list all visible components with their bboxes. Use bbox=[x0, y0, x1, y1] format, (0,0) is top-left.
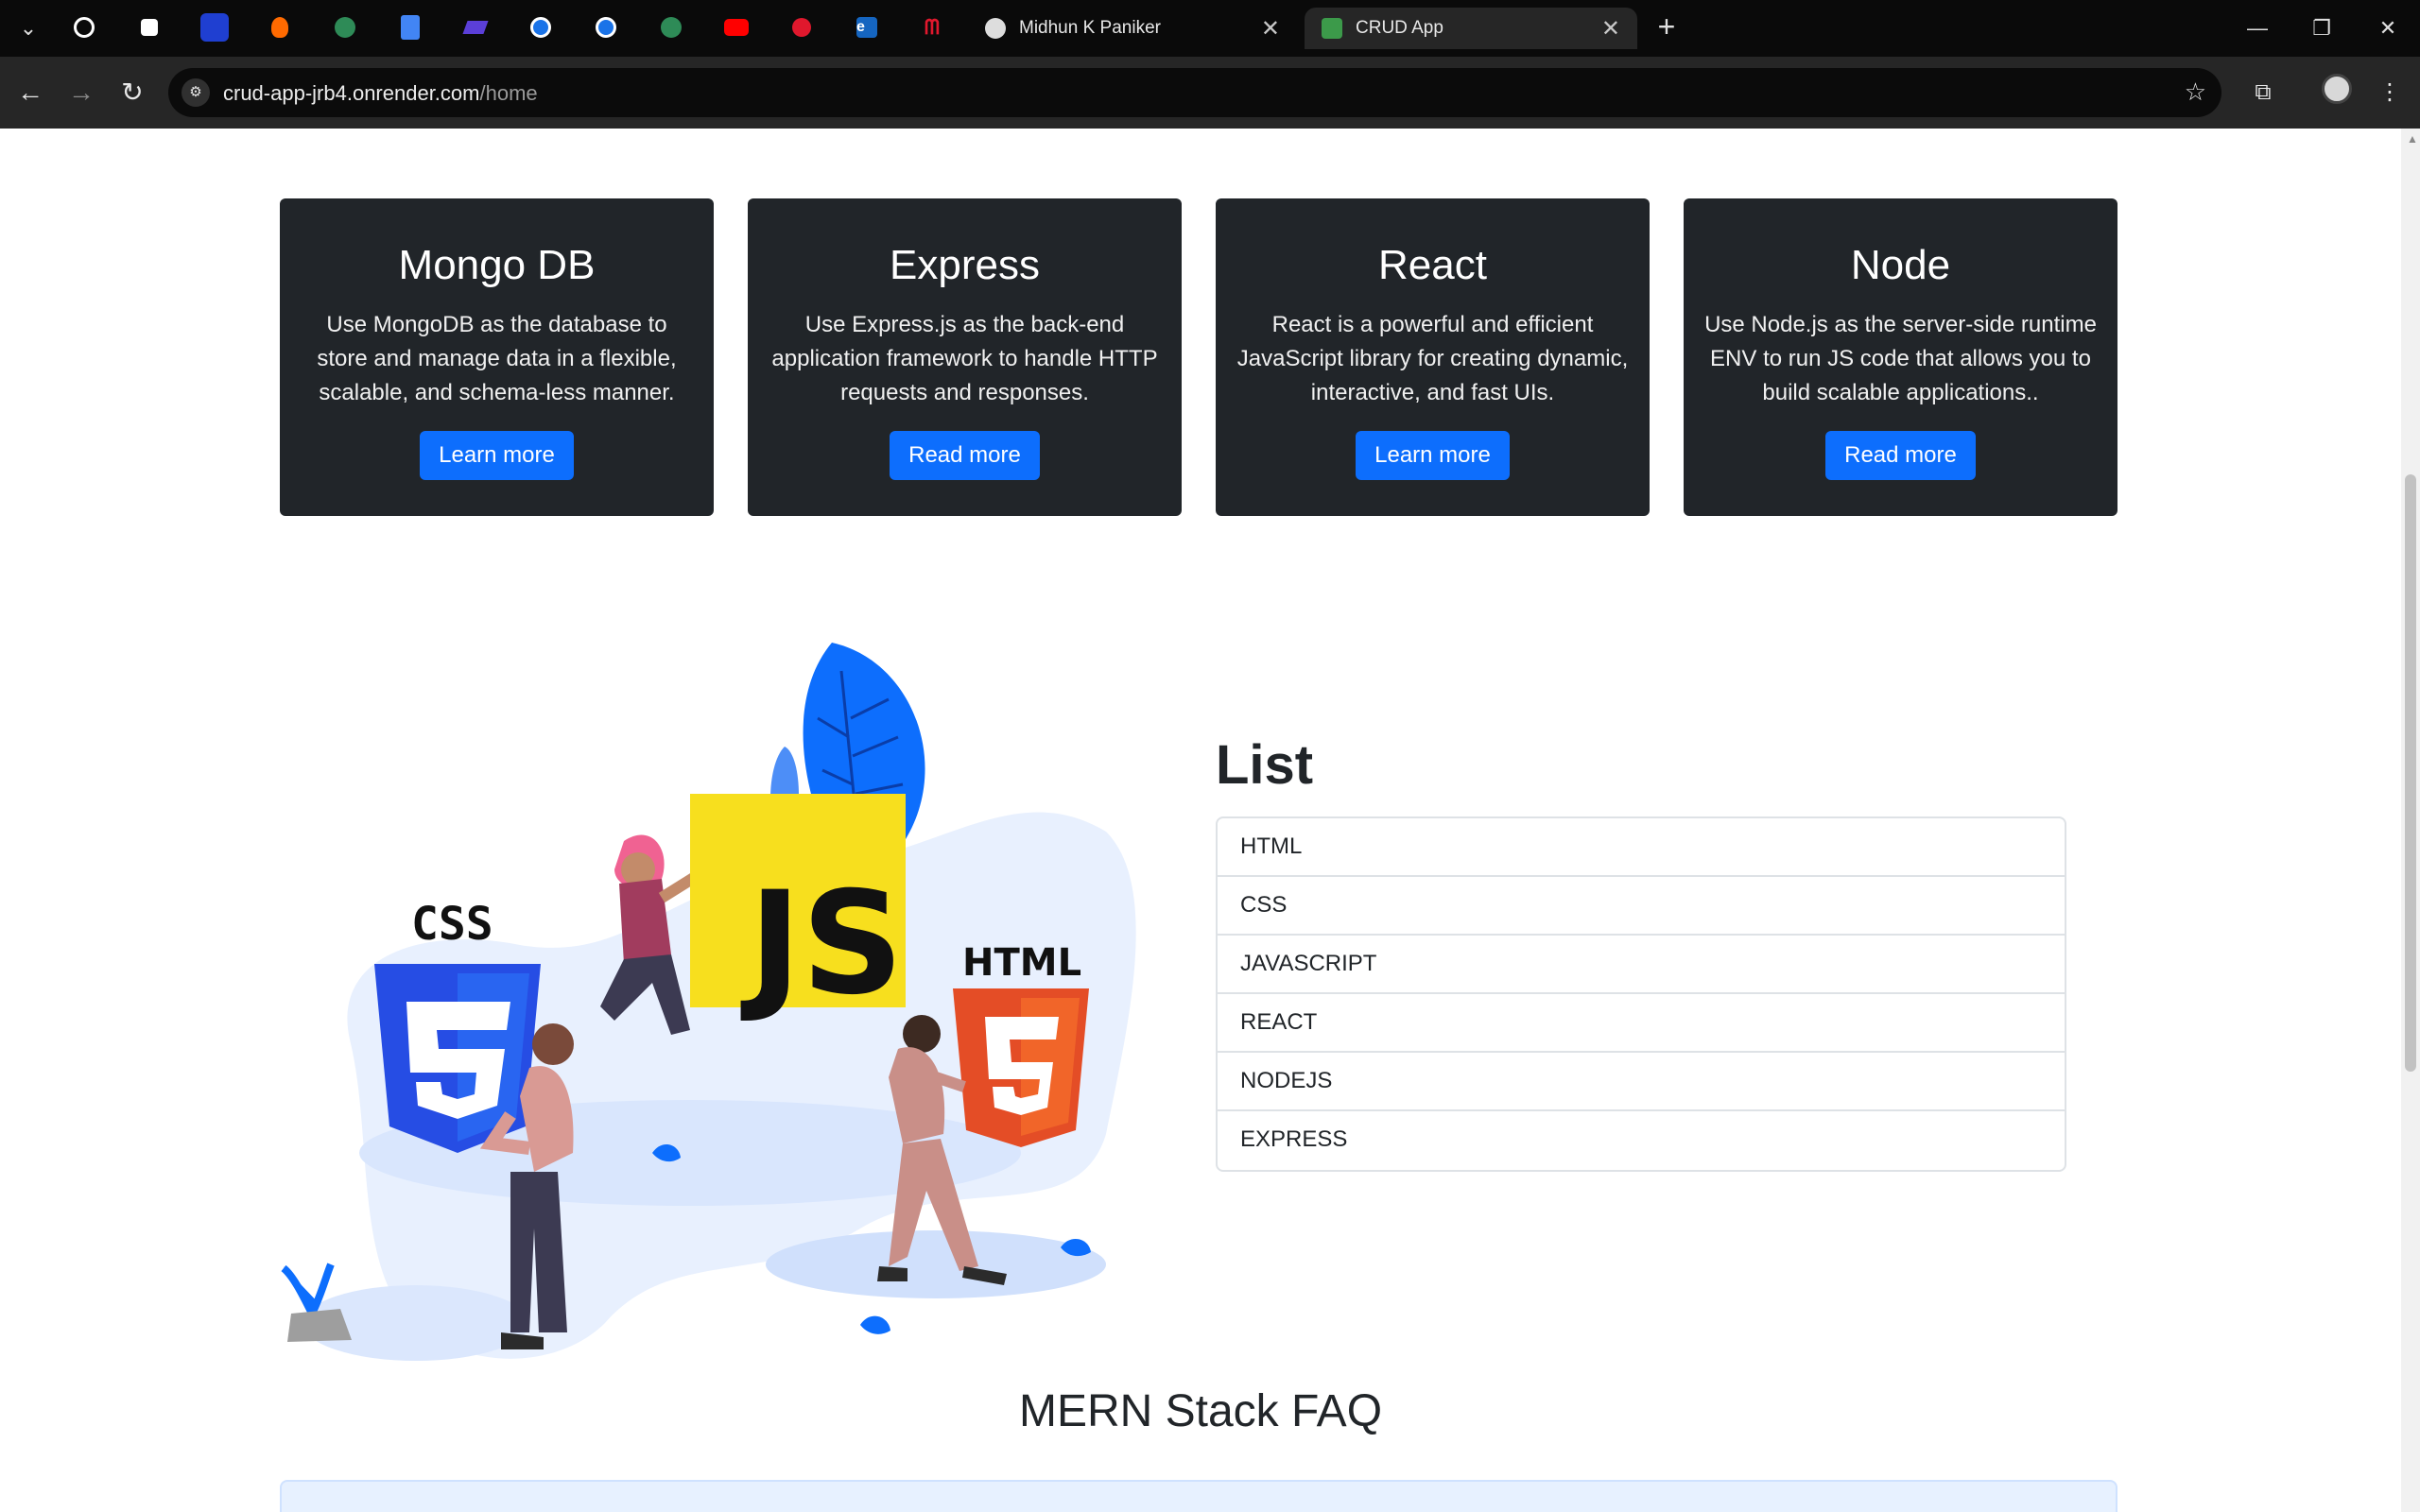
edge-icon[interactable]: e bbox=[853, 13, 881, 42]
globe-icon[interactable] bbox=[331, 13, 359, 42]
html5-logo: HTML bbox=[953, 941, 1089, 1147]
tech-list: HTML CSS JAVASCRIPT REACT NODEJS EXPRESS bbox=[1216, 816, 2066, 1172]
app-icon[interactable]: ᗰ bbox=[918, 13, 946, 42]
js-label: JS bbox=[740, 862, 904, 1026]
close-icon[interactable]: ✕ bbox=[1601, 15, 1620, 43]
openai-icon[interactable] bbox=[70, 13, 98, 42]
list-item: EXPRESS bbox=[1240, 1126, 1348, 1152]
read-more-button[interactable]: Read more bbox=[1825, 431, 1976, 480]
youtube-icon[interactable] bbox=[722, 13, 751, 42]
illustration-svg: CSS JS HTML bbox=[281, 643, 1136, 1361]
tab-title: Midhun K Paniker bbox=[1019, 18, 1161, 38]
favicon-icon bbox=[1322, 18, 1342, 39]
extension-icon[interactable] bbox=[135, 13, 164, 42]
card-title: Node bbox=[1850, 242, 1951, 288]
card-text: Use Node.js as the server-side runtime E… bbox=[1704, 312, 2097, 405]
minimize-icon[interactable]: — bbox=[2238, 9, 2276, 47]
tab-title: CRUD App bbox=[1356, 18, 1443, 38]
card-node: Node Use Node.js as the server-side runt… bbox=[1684, 198, 2118, 516]
docs-icon[interactable] bbox=[396, 13, 424, 42]
card-title: Mongo DB bbox=[398, 242, 596, 288]
card-title: Express bbox=[890, 242, 1040, 288]
faq-title: MERN Stack FAQ bbox=[1018, 1386, 1383, 1436]
page-scrollbar[interactable]: ▲ bbox=[2401, 129, 2420, 1512]
css-label: CSS bbox=[411, 898, 493, 951]
play-icon[interactable] bbox=[527, 13, 555, 42]
scroll-up-arrow-icon[interactable]: ▲ bbox=[2407, 132, 2418, 146]
javascript-logo: JS bbox=[690, 794, 906, 1026]
card-mongodb: Mongo DB Use MongoDB as the database to … bbox=[280, 198, 714, 516]
list-item: JAVASCRIPT bbox=[1218, 936, 2065, 994]
tab-midhun[interactable]: Midhun K Paniker ✕ bbox=[968, 8, 1297, 49]
dashboard-icon[interactable] bbox=[200, 13, 229, 42]
learn-more-button[interactable]: Learn more bbox=[420, 431, 574, 480]
scrollbar-thumb[interactable] bbox=[2405, 474, 2416, 1072]
address-bar[interactable]: ⚙ crud-app-jrb4.onrender.com/home ☆ bbox=[168, 68, 2221, 117]
card-text: Use Express.js as the back-end applicati… bbox=[771, 312, 1158, 405]
card-express: Express Use Express.js as the back-end a… bbox=[748, 198, 1182, 516]
bookmark-star-icon[interactable]: ☆ bbox=[2185, 77, 2206, 107]
app-icon[interactable] bbox=[787, 13, 816, 42]
firefox-icon[interactable] bbox=[266, 13, 294, 42]
tech-cards: Mongo DB Use MongoDB as the database to … bbox=[280, 198, 2118, 516]
list-item: HTML bbox=[1218, 818, 2065, 877]
learn-more-button[interactable]: Learn more bbox=[1356, 431, 1510, 480]
play-icon[interactable] bbox=[592, 13, 620, 42]
globe-icon[interactable] bbox=[657, 13, 685, 42]
reload-icon[interactable]: ↻ bbox=[113, 74, 151, 112]
list-item: REACT bbox=[1218, 994, 2065, 1053]
list-heading: List bbox=[1216, 734, 1314, 796]
browser-tabstrip: ⌄ e ᗰ Midhun K Paniker ✕ CRUD App ✕ + — … bbox=[0, 0, 2420, 57]
back-icon[interactable]: ← bbox=[11, 74, 49, 112]
list-item: CSS bbox=[1218, 877, 2065, 936]
read-more-button[interactable]: Read more bbox=[890, 431, 1040, 480]
new-tab-button[interactable]: + bbox=[1651, 11, 1683, 43]
extensions-icon[interactable]: ⧉ bbox=[2244, 74, 2282, 112]
tab-crud-app[interactable]: CRUD App ✕ bbox=[1305, 8, 1637, 49]
card-react: React React is a powerful and efficient … bbox=[1216, 198, 1650, 516]
html-label: HTML bbox=[962, 941, 1081, 985]
list-item: NODEJS bbox=[1218, 1053, 2065, 1111]
url-text[interactable]: crud-app-jrb4.onrender.com/home bbox=[223, 81, 538, 106]
faq-accordion-item[interactable] bbox=[280, 1480, 2118, 1512]
site-info-icon[interactable]: ⚙ bbox=[182, 78, 210, 107]
page-viewport: Mongo DB Use MongoDB as the database to … bbox=[0, 129, 2401, 1512]
restore-icon[interactable]: ❐ bbox=[2303, 9, 2341, 47]
card-text: React is a powerful and efficient JavaSc… bbox=[1236, 312, 1629, 405]
css3-logo: CSS bbox=[374, 898, 541, 1153]
tab-search-chevron-icon[interactable]: ⌄ bbox=[13, 13, 43, 43]
menu-icon[interactable]: ⋮ bbox=[2371, 74, 2409, 112]
profile-icon bbox=[985, 18, 1006, 39]
window-close-icon[interactable]: ✕ bbox=[2369, 9, 2407, 47]
profile-avatar[interactable] bbox=[2322, 74, 2352, 104]
card-text: Use MongoDB as the database to store and… bbox=[317, 312, 677, 405]
app-icon[interactable] bbox=[461, 13, 490, 42]
card-title: React bbox=[1378, 242, 1487, 288]
close-icon[interactable]: ✕ bbox=[1261, 15, 1280, 43]
browser-toolbar: ← → ↻ ⚙ crud-app-jrb4.onrender.com/home … bbox=[0, 57, 2420, 129]
web-tech-illustration: CSS JS HTML bbox=[274, 643, 1144, 1389]
forward-icon[interactable]: → bbox=[62, 74, 100, 112]
